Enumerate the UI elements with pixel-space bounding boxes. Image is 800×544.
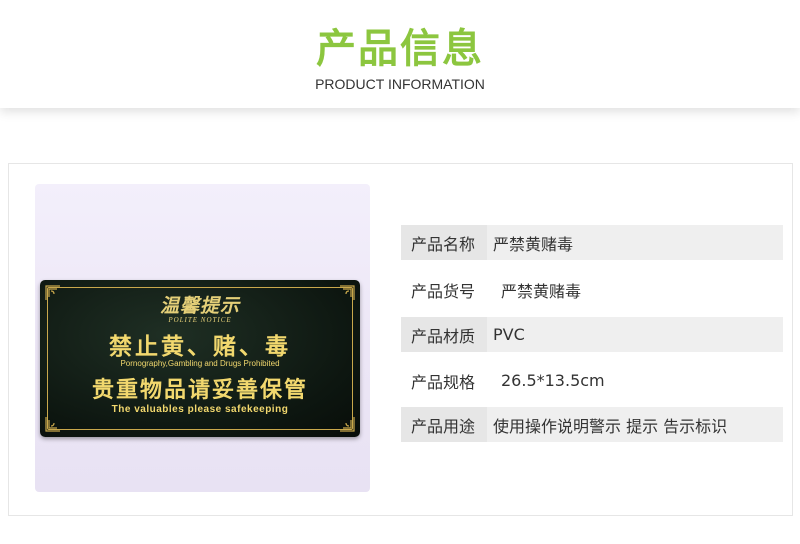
spec-label: 产品规格 [411, 372, 476, 392]
spec-value: PVC [493, 325, 525, 344]
ornament-corner-icon [339, 416, 355, 432]
section-subtitle: PRODUCT INFORMATION [315, 76, 485, 92]
spec-label: 产品材质 [401, 317, 487, 352]
spec-value: 严禁黄赌毒 [501, 281, 582, 301]
spec-row-name: 产品名称 严禁黄赌毒 [401, 225, 783, 260]
spec-row-item-number: 产品货号 严禁黄赌毒 [401, 272, 783, 307]
sign-line1-en: Pornography,Gambling and Drugs Prohibite… [120, 359, 280, 368]
sign-line2-en: The valuables please safekeeping [111, 404, 289, 415]
spec-label: 产品名称 [401, 225, 487, 260]
spec-value: 26.5*13.5cm [501, 371, 605, 390]
spec-value: 严禁黄赌毒 [493, 234, 574, 254]
ornament-corner-icon [45, 416, 61, 432]
section-header: 产品信息 PRODUCT INFORMATION [0, 0, 800, 108]
spec-label: 产品货号 [411, 281, 476, 301]
spec-row-material: 产品材质 PVC [401, 317, 783, 352]
section-title: 产品信息 [316, 26, 484, 72]
sign-heading-en: POLITE NOTICE [168, 316, 232, 324]
sign-line1: 禁止黄、赌、毒 [109, 334, 291, 360]
spec-label: 产品用途 [401, 407, 487, 442]
warning-sign-image: 温馨提示 POLITE NOTICE 禁止黄、赌、毒 Pornography,G… [40, 280, 360, 437]
spec-row-usage: 产品用途 使用操作说明警示 提示 告示标识 [401, 407, 783, 442]
sign-heading: 温馨提示 [159, 295, 240, 317]
spec-row-size: 产品规格 26.5*13.5cm [401, 363, 783, 398]
spec-value: 使用操作说明警示 提示 告示标识 [493, 416, 728, 436]
sign-line2: 贵重物品请妥善保管 [91, 378, 308, 403]
